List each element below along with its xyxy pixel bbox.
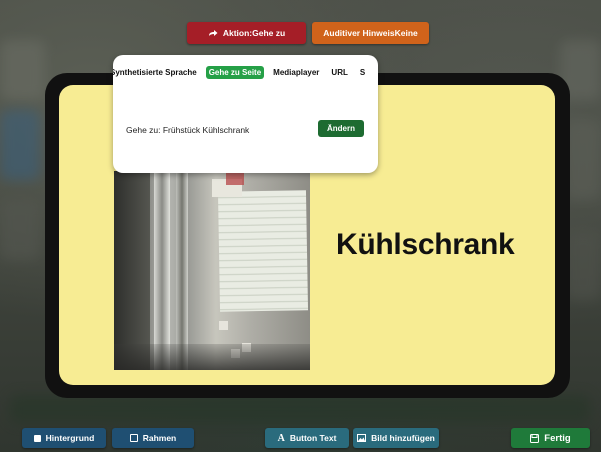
share-arrow-icon bbox=[208, 29, 218, 37]
button-text-button[interactable]: A Button Text bbox=[265, 428, 349, 448]
tab-truncated[interactable]: S bbox=[357, 66, 368, 79]
add-image-label: Bild hinzufügen bbox=[371, 433, 435, 443]
letter-a-icon: A bbox=[277, 432, 285, 444]
action-goto-label: Aktion:Gehe zu bbox=[222, 28, 286, 38]
filled-square-icon bbox=[33, 434, 41, 442]
audio-hint-label: Auditiver HinweisKeine bbox=[323, 28, 418, 38]
action-goto-button[interactable]: Aktion:Gehe zu bbox=[187, 22, 306, 44]
goto-target-label: Gehe zu: Frühstück Kühlschrank bbox=[126, 125, 250, 135]
frame-style-button[interactable]: Rahmen bbox=[112, 428, 194, 448]
tab-mediaplayer[interactable]: Mediaplayer bbox=[270, 66, 322, 79]
outline-square-icon bbox=[129, 434, 138, 442]
tab-synthetic-speech[interactable]: Synthetisierte Sprache bbox=[113, 66, 200, 79]
add-image-button[interactable]: Bild hinzufügen bbox=[353, 428, 439, 448]
done-button-label: Fertig bbox=[544, 432, 571, 444]
save-icon bbox=[530, 433, 540, 443]
refrigerator-photo bbox=[114, 171, 310, 370]
background-button[interactable]: Hintergrund bbox=[22, 428, 106, 448]
frame-button-label: Rahmen bbox=[142, 433, 177, 443]
image-icon bbox=[357, 434, 367, 442]
action-popup: Synthetisierte Sprache Gehe zu Seite Med… bbox=[113, 55, 378, 173]
audio-hint-button[interactable]: Auditiver HinweisKeine bbox=[312, 22, 429, 44]
change-button[interactable]: Ändern bbox=[318, 120, 364, 137]
tab-url[interactable]: URL bbox=[328, 66, 350, 79]
action-type-tabs: Synthetisierte Sprache Gehe zu Seite Med… bbox=[113, 64, 378, 80]
tab-goto-page[interactable]: Gehe zu Seite bbox=[205, 65, 265, 79]
button-text-label: Button Text bbox=[289, 433, 337, 443]
card-title: Kühlschrank bbox=[336, 228, 515, 261]
background-button-label: Hintergrund bbox=[45, 433, 95, 443]
done-button[interactable]: Fertig bbox=[511, 428, 590, 448]
